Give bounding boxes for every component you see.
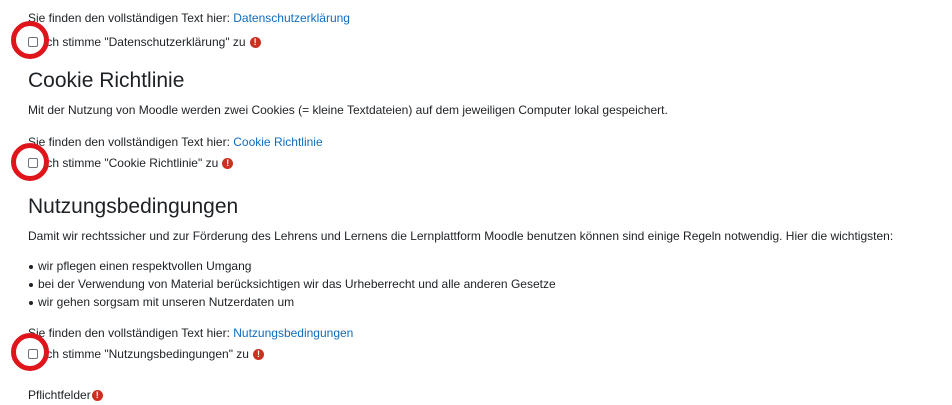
required-fields-note: Pflichtfelder! [28,387,103,403]
cookie-consent-row: Ich stimme "Cookie Richtlinie" zu ! [28,155,234,171]
exclamation-circle-icon: ! [252,348,264,360]
list-item: wir gehen sorgsam mit unseren Nutzerdate… [28,293,556,311]
terms-description: Damit wir rechtssicher und zur Förderung… [28,229,894,243]
terms-link[interactable]: Nutzungsbedingungen [233,326,353,340]
exclamation-circle-icon: ! [91,390,103,402]
highlight-circle [11,143,49,181]
cookie-heading: Cookie Richtlinie [28,69,185,92]
exclamation-circle-icon: ! [222,157,234,169]
privacy-consent-row: Ich stimme "Datenschutzerklärung" zu ! [28,34,261,50]
privacy-policy-link[interactable]: Datenschutzerklärung [233,11,350,25]
list-item: wir pflegen einen respektvollen Umgang [28,257,556,275]
terms-bullet-list: wir pflegen einen respektvollen Umgang b… [28,257,556,311]
highlight-circle [11,21,49,59]
privacy-full-text-prefix: Sie finden den vollständigen Text hier: [28,11,234,25]
terms-full-text-prefix: Sie finden den vollständigen Text hier: [28,326,234,340]
required-fields-label: Pflichtfelder [28,388,91,402]
cookie-full-text-prefix: Sie finden den vollständigen Text hier: [28,135,234,149]
cookie-policy-link[interactable]: Cookie Richtlinie [233,135,322,149]
privacy-full-text-line: Sie finden den vollständigen Text hier: … [28,10,350,26]
terms-heading: Nutzungsbedingungen [28,195,239,218]
privacy-consent-label[interactable]: Ich stimme "Datenschutzerklärung" zu [43,35,246,49]
cookie-consent-label[interactable]: Ich stimme "Cookie Richtlinie" zu [43,156,218,170]
highlight-circle [11,333,49,371]
cookie-full-text-line: Sie finden den vollständigen Text hier: … [28,134,323,150]
exclamation-circle-icon: ! [249,36,261,48]
terms-full-text-line: Sie finden den vollständigen Text hier: … [28,325,353,341]
terms-consent-row: Ich stimme "Nutzungsbedingungen" zu ! [28,346,264,362]
list-item: bei der Verwendung von Material berücksi… [28,275,556,293]
cookie-description: Mit der Nutzung von Moodle werden zwei C… [28,103,668,117]
terms-consent-label[interactable]: Ich stimme "Nutzungsbedingungen" zu [43,347,249,361]
